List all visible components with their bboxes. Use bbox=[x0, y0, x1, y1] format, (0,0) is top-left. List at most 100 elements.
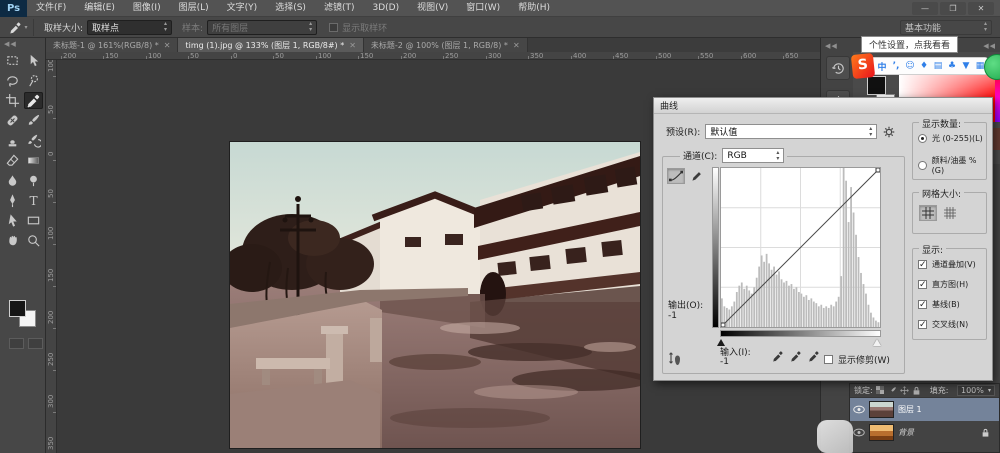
menu-item-3[interactable]: 图层(L) bbox=[170, 0, 218, 17]
baseline-checkbox[interactable]: ✓ bbox=[918, 300, 927, 309]
curve-plot[interactable] bbox=[720, 167, 881, 328]
minimize-button[interactable]: — bbox=[912, 2, 938, 15]
screen-mode-button[interactable] bbox=[28, 338, 43, 349]
panel-foreground-swatch[interactable] bbox=[867, 76, 886, 95]
fill-dropdown[interactable]: 100%▾ bbox=[957, 385, 995, 396]
hand-tool[interactable] bbox=[3, 232, 22, 249]
light-radio[interactable] bbox=[918, 134, 927, 143]
toolbar-collapse-icon[interactable]: ◀◀ bbox=[0, 38, 45, 50]
foreground-color-swatch[interactable] bbox=[9, 300, 26, 317]
coarse-grid-button[interactable] bbox=[919, 205, 937, 221]
blur-tool[interactable] bbox=[3, 172, 22, 189]
targeted-adjustment-button[interactable] bbox=[668, 352, 684, 366]
show-clip-checkbox[interactable] bbox=[824, 355, 833, 364]
chinese-mode-icon[interactable]: 中 bbox=[876, 59, 888, 73]
white-point-slider[interactable] bbox=[873, 339, 881, 346]
pencil-mode-button[interactable] bbox=[687, 168, 705, 184]
menu-item-9[interactable]: 窗口(W) bbox=[457, 0, 509, 17]
check-channel-overlay[interactable]: ✓通道叠加(V) bbox=[918, 259, 976, 270]
check-histogram[interactable]: ✓直方图(H) bbox=[918, 279, 968, 290]
layer-row-1[interactable]: 图层 1 bbox=[850, 398, 999, 421]
keyboard-icon[interactable]: ▤ bbox=[932, 59, 944, 73]
tab-close-icon[interactable]: ✕ bbox=[513, 41, 520, 50]
shape-tool[interactable] bbox=[24, 212, 43, 229]
tab-close-icon[interactable]: ✕ bbox=[164, 41, 171, 50]
layer-thumbnail[interactable] bbox=[869, 424, 894, 441]
channel-dropdown[interactable]: RGB▴▾ bbox=[722, 148, 784, 163]
dodge-tool[interactable] bbox=[24, 172, 43, 189]
layer-name[interactable]: 图层 1 bbox=[898, 404, 922, 415]
toolbox-icon[interactable]: ♣ bbox=[946, 59, 958, 73]
workspace-dropdown[interactable]: 基本功能▴▾ bbox=[900, 20, 992, 35]
close-button[interactable]: ✕ bbox=[968, 2, 994, 15]
horizontal-ruler[interactable]: 2001501005005010015020025030035040045050… bbox=[46, 52, 820, 60]
menu-item-1[interactable]: 编辑(E) bbox=[75, 0, 124, 17]
path-select-tool[interactable] bbox=[3, 212, 22, 229]
tab-timg-jpg[interactable]: timg (1).jpg @ 133% (图层 1, RGB/8#) *✕ bbox=[178, 38, 363, 52]
crosshair-checkbox[interactable]: ✓ bbox=[918, 320, 927, 329]
menu-item-5[interactable]: 选择(S) bbox=[266, 0, 315, 17]
menu-item-8[interactable]: 视图(V) bbox=[408, 0, 457, 17]
history-panel-button[interactable] bbox=[826, 56, 850, 80]
black-point-eyedropper[interactable] bbox=[772, 350, 784, 362]
lock-all-icon[interactable] bbox=[912, 386, 921, 396]
preset-dropdown[interactable]: 默认值▴▾ bbox=[705, 124, 877, 139]
layer-name[interactable]: 背景 bbox=[898, 427, 914, 438]
punctuation-icon[interactable]: ’, bbox=[890, 59, 902, 73]
history-brush-tool[interactable] bbox=[24, 132, 43, 149]
check-baseline[interactable]: ✓基线(B) bbox=[918, 299, 960, 310]
pigment-radio[interactable] bbox=[918, 161, 927, 170]
radio-light-row[interactable]: 光 (0-255)(L) bbox=[918, 133, 983, 144]
menu-item-6[interactable]: 滤镜(T) bbox=[315, 0, 364, 17]
lock-pixels-icon[interactable] bbox=[888, 386, 897, 395]
dock-collapse-icon-right[interactable]: ◀◀ bbox=[983, 42, 996, 50]
channel-overlay-checkbox[interactable]: ✓ bbox=[918, 260, 927, 269]
current-tool-thumb[interactable]: ▾ bbox=[4, 19, 34, 36]
move-tool[interactable] bbox=[24, 52, 43, 69]
dialog-title-bar[interactable]: 曲线 bbox=[654, 98, 992, 114]
type-tool[interactable]: T bbox=[24, 192, 43, 209]
lock-transparent-icon[interactable] bbox=[876, 386, 885, 395]
gray-point-eyedropper[interactable] bbox=[790, 350, 802, 362]
eyedropper-tool[interactable] bbox=[24, 92, 43, 109]
lock-position-icon[interactable] bbox=[900, 386, 909, 395]
sample-size-dropdown[interactable]: 取样点▴▾ bbox=[87, 20, 172, 35]
restore-button[interactable]: ❐ bbox=[940, 2, 966, 15]
menu-item-2[interactable]: 图像(I) bbox=[124, 0, 170, 17]
sogou-input-toolbar[interactable]: S 中’,☺♦▤♣▼▦ bbox=[855, 57, 988, 75]
rect-marquee-tool[interactable] bbox=[3, 52, 22, 69]
tab-untitled-1[interactable]: 未标题-1 @ 161%(RGB/8) *✕ bbox=[46, 38, 178, 52]
quick-mask-button[interactable] bbox=[9, 338, 24, 349]
brush-tool[interactable] bbox=[24, 112, 43, 129]
sogou-logo-icon[interactable]: S bbox=[851, 53, 875, 79]
mic-icon[interactable]: ♦ bbox=[918, 59, 930, 73]
menu-item-7[interactable]: 3D(D) bbox=[363, 0, 408, 17]
layer-row-background[interactable]: 背景 bbox=[850, 421, 999, 444]
curve-point-mode-button[interactable] bbox=[667, 168, 685, 184]
clone-stamp-tool[interactable] bbox=[3, 132, 22, 149]
fine-grid-button[interactable] bbox=[941, 205, 959, 221]
skin-icon[interactable]: ▼ bbox=[960, 59, 972, 73]
vertical-ruler[interactable]: 10050050100150200250300350 bbox=[46, 60, 57, 453]
document-image[interactable] bbox=[230, 142, 640, 448]
tab-close-icon[interactable]: ✕ bbox=[349, 41, 356, 50]
menu-item-10[interactable]: 帮助(H) bbox=[509, 0, 559, 17]
white-point-eyedropper[interactable] bbox=[808, 350, 820, 362]
preset-gear-icon[interactable] bbox=[882, 125, 896, 139]
dock-collapse-icon[interactable]: ◀◀ bbox=[825, 42, 838, 50]
quick-select-tool[interactable] bbox=[24, 72, 43, 89]
check-crosshair[interactable]: ✓交叉线(N) bbox=[918, 319, 968, 330]
healing-brush-tool[interactable] bbox=[3, 112, 22, 129]
histogram-checkbox[interactable]: ✓ bbox=[918, 280, 927, 289]
emoji-icon[interactable]: ☺ bbox=[904, 59, 916, 73]
zoom-tool[interactable] bbox=[24, 232, 43, 249]
layer-thumbnail[interactable] bbox=[869, 401, 894, 418]
visibility-eye-icon[interactable] bbox=[853, 405, 865, 414]
lasso-tool[interactable] bbox=[3, 72, 22, 89]
visibility-eye-icon[interactable] bbox=[853, 428, 865, 437]
menu-item-0[interactable]: 文件(F) bbox=[27, 0, 75, 17]
eraser-tool[interactable] bbox=[3, 152, 22, 169]
tab-untitled-2[interactable]: 未标题-2 @ 100% (图层 1, RGB/8) *✕ bbox=[364, 38, 528, 52]
gradient-tool[interactable] bbox=[24, 152, 43, 169]
radio-pigment-row[interactable]: 颜料/油墨 %(G) bbox=[918, 155, 986, 175]
